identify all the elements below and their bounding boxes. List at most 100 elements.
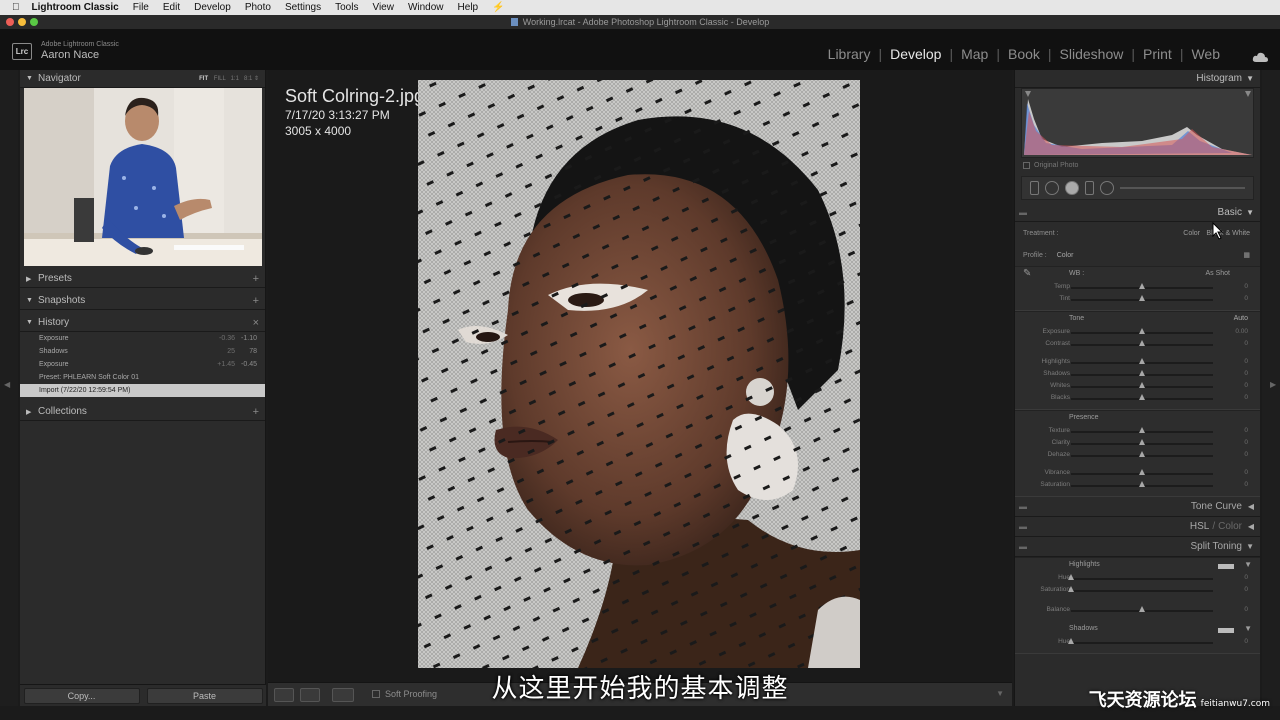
menu-develop[interactable]: Develop: [194, 2, 231, 13]
split-toning-header[interactable]: ▬ Split Toning ▼: [1015, 537, 1260, 557]
red-eye-tool-icon[interactable]: [1065, 181, 1079, 195]
slider-value[interactable]: 0: [1244, 427, 1248, 434]
slider-tint[interactable]: Tint 0: [1015, 294, 1260, 306]
menu-edit[interactable]: Edit: [163, 2, 180, 13]
slider-saturation[interactable]: Saturation 0: [1015, 480, 1260, 492]
module-slideshow[interactable]: Slideshow: [1052, 46, 1132, 62]
slider-value[interactable]: 0: [1244, 606, 1248, 613]
module-map[interactable]: Map: [953, 46, 996, 62]
left-edge-strip[interactable]: ◀: [0, 70, 18, 706]
slider-value[interactable]: 0: [1244, 638, 1248, 645]
slider-thumb[interactable]: [1139, 328, 1145, 334]
basic-header[interactable]: ▬ Basic ▼: [1015, 204, 1260, 222]
slider-thumb[interactable]: [1139, 283, 1145, 289]
main-photo[interactable]: [418, 80, 860, 668]
slider-shadows[interactable]: Shadows 0: [1015, 369, 1260, 381]
history-item[interactable]: Preset: PHLEARN Soft Color 01: [20, 371, 265, 384]
slider-exposure[interactable]: Exposure 0.00: [1015, 327, 1260, 339]
histogram-header[interactable]: Histogram ▼: [1015, 70, 1260, 88]
presets-header[interactable]: ▶ Presets +: [20, 270, 265, 288]
slider-hue[interactable]: Hue 0: [1015, 573, 1260, 585]
hsl-header[interactable]: ▬ HSL / Color ◀: [1015, 517, 1260, 537]
slider-value[interactable]: 0: [1244, 370, 1248, 377]
slider-contrast[interactable]: Contrast 0: [1015, 339, 1260, 351]
history-item[interactable]: Shadows 25 78: [20, 345, 265, 358]
zoom-fit[interactable]: FIT: [199, 76, 208, 82]
right-edge-strip[interactable]: ▶: [1262, 70, 1280, 706]
auto-tone-button[interactable]: Auto: [1234, 315, 1248, 322]
add-collection-icon[interactable]: +: [253, 406, 259, 418]
swatch-triangle-icon[interactable]: ▼: [1244, 560, 1252, 569]
menu-window[interactable]: Window: [408, 2, 444, 13]
slider-value[interactable]: 0: [1244, 469, 1248, 476]
slider-value[interactable]: 0: [1244, 394, 1248, 401]
histogram-graph[interactable]: [1021, 88, 1254, 158]
slider-thumb[interactable]: [1139, 295, 1145, 301]
wb-select[interactable]: As Shot: [1205, 270, 1230, 277]
collections-header[interactable]: ▶ Collections +: [20, 403, 265, 421]
zoom-window-button[interactable]: [30, 18, 38, 26]
treatment-color-option[interactable]: Color: [1183, 230, 1200, 237]
brush-slider[interactable]: [1120, 187, 1245, 189]
zoom-8-1[interactable]: 8:1: [244, 76, 252, 82]
slider-temp[interactable]: Temp 0: [1015, 282, 1260, 294]
slider-value[interactable]: 0.00: [1235, 328, 1248, 335]
tone-curve-header[interactable]: ▬ Tone Curve ◀: [1015, 497, 1260, 517]
slider-value[interactable]: 0: [1244, 481, 1248, 488]
panel-switch-icon[interactable]: ▬: [1019, 522, 1027, 531]
menu-file[interactable]: File: [133, 2, 149, 13]
slider-saturation[interactable]: Saturation 0: [1015, 585, 1260, 597]
checkbox-icon[interactable]: [1023, 161, 1030, 169]
shadows-swatch[interactable]: [1218, 628, 1234, 633]
slider-thumb[interactable]: [1139, 439, 1145, 445]
module-library[interactable]: Library: [820, 46, 879, 62]
navigator-preview[interactable]: [24, 88, 262, 266]
slider-value[interactable]: 0: [1244, 586, 1248, 593]
module-develop[interactable]: Develop: [882, 46, 949, 62]
slider-thumb[interactable]: [1139, 382, 1145, 388]
module-web[interactable]: Web: [1183, 46, 1228, 62]
menu-help[interactable]: Help: [458, 2, 479, 13]
apple-icon[interactable]: : [12, 2, 20, 13]
slider-value[interactable]: 0: [1244, 358, 1248, 365]
profile-select[interactable]: Color: [1057, 252, 1074, 259]
slider-dehaze[interactable]: Dehaze 0: [1015, 450, 1260, 462]
slider-blacks[interactable]: Blacks 0: [1015, 393, 1260, 405]
snapshots-header[interactable]: ▼ Snapshots +: [20, 292, 265, 310]
slider-thumb[interactable]: [1139, 481, 1145, 487]
profile-browser-icon[interactable]: ▦: [1243, 251, 1250, 259]
radial-filter-icon[interactable]: [1100, 181, 1114, 195]
slider-thumb[interactable]: [1139, 451, 1145, 457]
minimize-window-button[interactable]: [18, 18, 26, 26]
slider-thumb[interactable]: [1139, 606, 1145, 612]
panel-switch-icon[interactable]: ▬: [1019, 502, 1027, 511]
add-preset-icon[interactable]: +: [253, 273, 259, 285]
spot-removal-tool-icon[interactable]: [1045, 181, 1059, 195]
left-collapse-arrow-icon[interactable]: ◀: [4, 380, 10, 389]
slider-texture[interactable]: Texture 0: [1015, 426, 1260, 438]
slider-thumb[interactable]: [1139, 358, 1145, 364]
menu-tools[interactable]: Tools: [335, 2, 358, 13]
history-item[interactable]: Exposure +1.45 -0.45: [20, 358, 265, 371]
menu-settings[interactable]: Settings: [285, 2, 321, 13]
hsl-color-tab[interactable]: Color: [1218, 521, 1242, 532]
add-snapshot-icon[interactable]: +: [253, 295, 259, 307]
slider-thumb[interactable]: [1068, 574, 1074, 580]
slider-clarity[interactable]: Clarity 0: [1015, 438, 1260, 450]
swatch-triangle-icon[interactable]: ▼: [1244, 624, 1252, 633]
panel-switch-icon[interactable]: ▬: [1019, 542, 1027, 551]
slider-thumb[interactable]: [1068, 638, 1074, 644]
lightning-icon[interactable]: ⚡: [492, 2, 504, 13]
slider-thumb[interactable]: [1139, 370, 1145, 376]
module-book[interactable]: Book: [1000, 46, 1048, 62]
slider-value[interactable]: 0: [1244, 382, 1248, 389]
original-photo-toggle[interactable]: Original Photo: [1015, 158, 1260, 172]
zoom-fill[interactable]: FILL: [214, 76, 226, 82]
menu-view[interactable]: View: [372, 2, 394, 13]
slider-value[interactable]: 0: [1244, 283, 1248, 290]
highlights-swatch[interactable]: [1218, 564, 1234, 569]
close-window-button[interactable]: [6, 18, 14, 26]
slider-thumb[interactable]: [1139, 394, 1145, 400]
clear-history-icon[interactable]: ×: [253, 317, 259, 329]
slider-value[interactable]: 0: [1244, 451, 1248, 458]
